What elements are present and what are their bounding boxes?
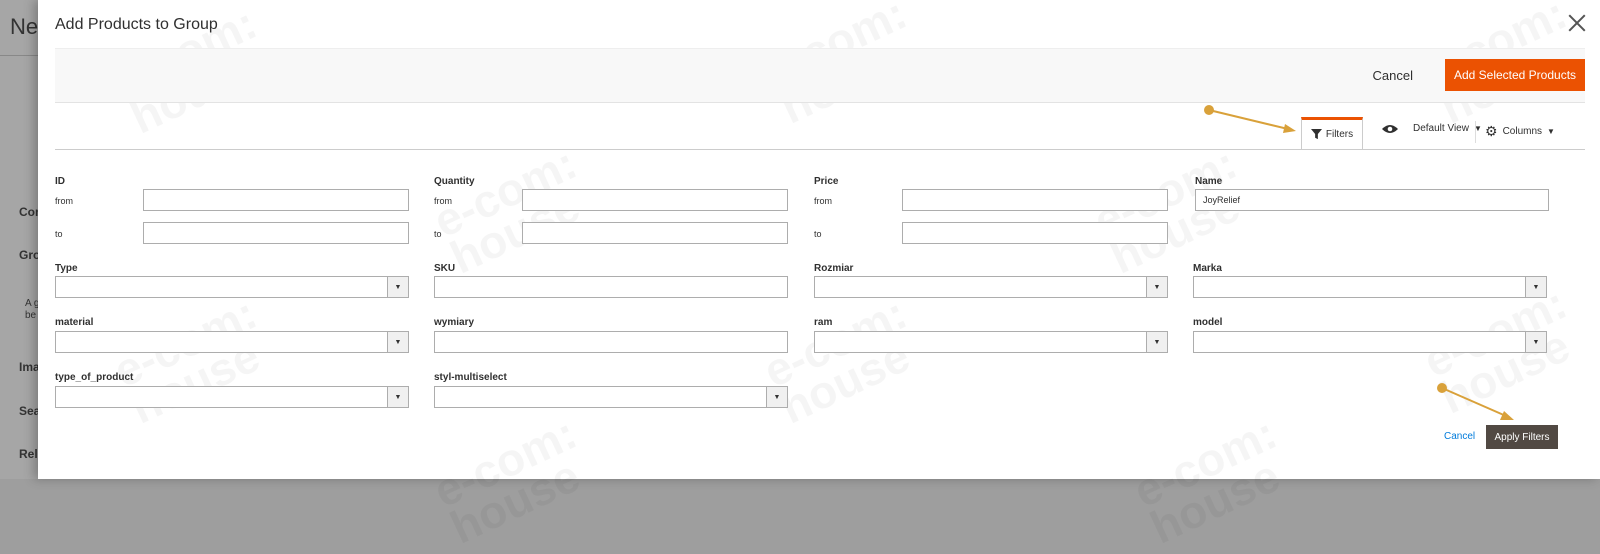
id-to-input[interactable] [143,222,409,244]
caret-down-icon: ▼ [1547,127,1555,136]
marka-filter-label: Marka [1193,263,1222,274]
default-view-label: Default View [1413,123,1469,134]
type-of-product-filter-label: type_of_product [55,372,134,383]
styl-multiselect-filter-label: styl-multiselect [434,372,507,383]
watermark: e-com: house [426,406,598,553]
model-filter-label: model [1193,317,1223,328]
quantity-filter-label: Quantity [434,176,475,187]
type-filter-label: Type [55,263,78,274]
filters-tab[interactable]: Filters [1301,117,1363,149]
toolbar-divider [1475,121,1476,143]
chevron-down-icon: ▼ [1146,332,1167,352]
id-from-label: from [55,196,73,206]
price-to-label: to [814,229,822,239]
sku-input[interactable] [434,276,788,298]
annotation-arrow-apply [1437,383,1514,420]
rozmiar-filter-label: Rozmiar [814,263,854,274]
type-select[interactable]: ▼ [55,276,409,298]
type-of-product-select[interactable]: ▼ [55,386,409,408]
columns-label: Columns [1502,126,1543,137]
add-products-modal: e-com: house e-com: house e-com: house e… [38,0,1600,554]
material-filter-label: material [55,317,94,328]
funnel-icon [1310,129,1322,140]
price-to-input[interactable] [902,222,1168,244]
name-filter-label: Name [1195,176,1223,187]
chevron-down-icon: ▼ [1525,332,1546,352]
material-select[interactable]: ▼ [55,331,409,353]
apply-filters-button[interactable]: Apply Filters [1486,425,1558,449]
bg-small-text-2: be [25,310,37,321]
cancel-filters-link[interactable]: Cancel [1444,431,1475,442]
styl-multiselect-select[interactable]: ▼ [434,386,788,408]
bg-divider [0,55,40,56]
id-from-input[interactable] [143,189,409,211]
model-select[interactable]: ▼ [1193,331,1547,353]
wymiary-input[interactable] [434,331,788,353]
columns-dropdown[interactable]: ⚙ Columns ▼ [1485,123,1555,140]
watermark: e-com: house [1126,406,1298,553]
marka-select[interactable]: ▼ [1193,276,1547,298]
cancel-button[interactable]: Cancel [1373,68,1413,83]
grid-toolbar: Filters Default View ▼ ⚙ Columns ▼ [55,117,1585,150]
close-icon[interactable] [1566,12,1588,34]
add-selected-products-button[interactable]: Add Selected Products [1445,59,1585,91]
name-filter-input[interactable] [1195,189,1549,211]
chevron-down-icon: ▼ [387,332,408,352]
quantity-from-label: from [434,196,452,206]
id-filter-label: ID [55,176,65,187]
quantity-to-input[interactable] [522,222,788,244]
chevron-down-icon: ▼ [1146,277,1167,297]
price-from-label: from [814,196,832,206]
chevron-down-icon: ▼ [387,387,408,407]
gear-icon: ⚙ [1485,123,1498,139]
price-filter-label: Price [814,176,839,187]
ram-select[interactable]: ▼ [814,331,1168,353]
wymiary-filter-label: wymiary [434,317,475,328]
chevron-down-icon: ▼ [1525,277,1546,297]
modal-title: Add Products to Group [55,16,218,33]
modal-actions-bar: Cancel Add Selected Products [55,48,1585,103]
chevron-down-icon: ▼ [387,277,408,297]
chevron-down-icon: ▼ [766,387,787,407]
sku-filter-label: SKU [434,263,456,274]
bg-section-images: Ima [19,360,40,374]
quantity-from-input[interactable] [522,189,788,211]
id-to-label: to [55,229,63,239]
filters-label: Filters [1325,129,1354,140]
quantity-to-label: to [434,229,442,239]
rozmiar-select[interactable]: ▼ [814,276,1168,298]
price-from-input[interactable] [902,189,1168,211]
default-view-dropdown[interactable]: Default View ▼ [1382,123,1482,134]
ram-filter-label: ram [814,317,833,328]
eye-icon [1382,124,1398,133]
